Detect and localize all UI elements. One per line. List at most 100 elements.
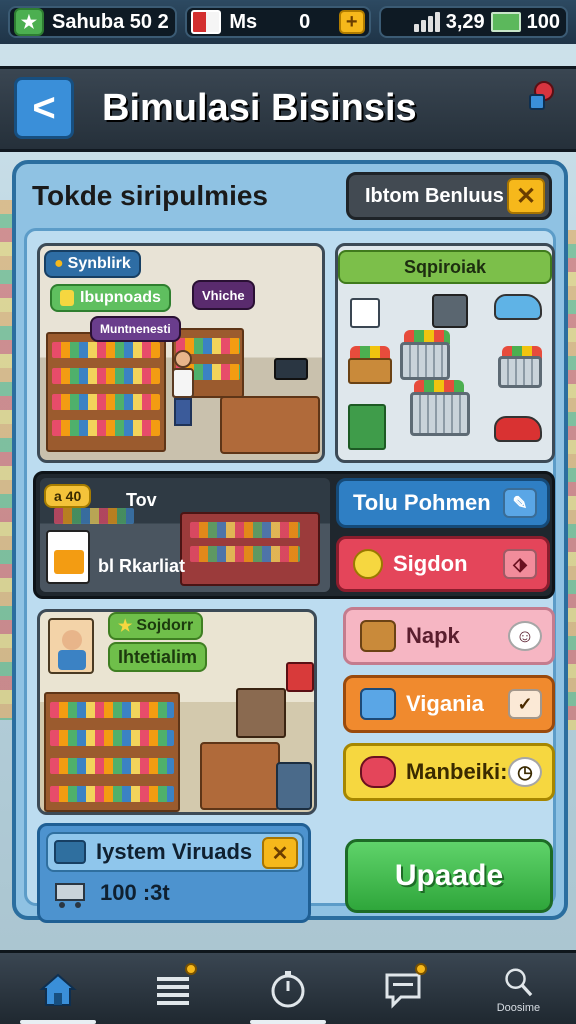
summary-value: 100 :3t [100,880,170,905]
bottom-navigation: Doosime [0,950,576,1024]
basket-icon [348,358,392,384]
search-icon [505,968,533,996]
status-bar: ★ Sahuba 50 2 Ms 0 + 3,29 100 [0,0,576,44]
side-button-label: Vigania [406,691,484,716]
red-car-icon [494,416,542,442]
check-icon: ✓ [508,689,542,719]
nav-indicator [250,1020,326,1024]
game-logo-icon: ★ [14,8,44,36]
add-currency-button[interactable]: + [338,10,365,34]
flag-icon [191,10,222,34]
close-icon[interactable]: ✕ [507,178,545,214]
content-area: ● Synblirk Ibupnoads Vhiche Muntnenesti … [24,228,556,923]
coin-icon: ● [54,255,64,272]
main-panel: Tokde siripulmies Ibtom Benluus ✕ ● Synb… [12,160,568,923]
nav-search[interactable]: Doosime [461,953,576,1024]
basket-icon [360,620,396,652]
store-sign: Vhiche [192,280,255,310]
manager-tag-line2: Ihtetialim [108,642,208,672]
manager-portrait [48,618,94,674]
currency-pill: Ms 0 + [185,6,371,38]
shopping-scene-title: Sqpiroiak [338,250,552,284]
side-button-4[interactable]: Manbeiki: ◷ [343,743,555,801]
side-button-label: Manbeiki: [406,759,508,784]
timer-icon [271,970,305,1007]
nav-home[interactable] [0,953,115,1024]
player-pill[interactable]: ★ Sahuba 50 2 [8,6,178,38]
notification-dot [415,963,428,975]
back-button[interactable]: < [14,77,74,139]
shopping-scene-card[interactable]: Sqpiroiak [335,243,555,463]
shopping-cart-icon [400,342,450,380]
summary-title: Iystem Viruads [96,839,253,864]
cabinet-icon [236,688,286,738]
side-button-0[interactable]: Tolu Pohmen ✎ [336,478,550,528]
currency-value: 0 [299,10,311,33]
product-card-icon [46,530,90,584]
home-icon [38,973,77,1006]
shelf-sign: Muntnenesti [90,316,181,342]
battery-icon [490,12,521,32]
card-icon [54,840,86,864]
store-badge-label: Synblirk [67,255,131,272]
clock-icon: ◷ [508,757,542,787]
side-button-label: Tolu Pohmen [353,490,491,515]
store-scene-card[interactable]: ● Synblirk Ibupnoads Vhiche Muntnenesti [37,243,325,463]
atm-icon [432,294,468,328]
store-tag-label: Ibupnoads [80,289,161,306]
checkout-counter [220,396,320,454]
side-button-1[interactable]: Sigdon ⬗ [336,536,550,592]
nav-chat[interactable] [346,953,461,1024]
tab-label: Ibtom Benluus [365,184,504,207]
side-button-2[interactable]: Napk ☺ [343,607,555,665]
nav-indicator [20,1020,96,1024]
battery-text: 100 [526,10,561,33]
coin-icon [353,549,383,579]
panel-title: Tokde siripulmies [32,180,268,211]
inventory-scene-card[interactable]: ★ Sojdorr Ihtetialim [37,609,317,815]
blue-car-icon [494,294,542,320]
store-row-card: a 40 Tov bl Rkarliat Tolu Pohmen ✎ Sigdo… [33,471,555,599]
shopkeeper [172,350,194,426]
summary-card: Iystem Viruads ✕ 100 :3t [37,823,311,923]
sign-icon [350,298,380,328]
page-title: Bimulasi Bisinsis [102,87,417,129]
signal-text: 3,29 [445,10,485,33]
star-icon: ★ [118,618,133,635]
poster-icon [286,662,314,692]
device-status: 3,29 100 [378,6,569,38]
puzzle-settings-icon[interactable] [524,79,558,113]
level-badge: a 40 [44,484,92,508]
notification-dot [184,963,197,975]
side-button-label: Sigdon [393,551,468,576]
close-icon[interactable]: ✕ [262,837,298,869]
store-badge: ● Synblirk [44,250,141,278]
capsule-icon [360,756,396,788]
shopping-cart-icon [410,392,470,436]
cart-icon [276,762,312,810]
dark-store-scene[interactable]: a 40 Tov bl Rkarliat [40,478,330,592]
manager-tag-text: Sojdorr [136,617,194,634]
face-icon: ☺ [508,621,542,651]
gift-box-icon [348,404,386,450]
tab-button[interactable]: Ibtom Benluus ✕ [346,172,552,220]
scene-heading: Tov [126,490,157,510]
summary-header: Iystem Viruads ✕ [46,832,304,872]
scene-subtitle: bl Rkarliat [98,556,186,576]
manager-tag-line1: ★ Sojdorr [108,612,204,640]
upgrade-button[interactable]: Upaade [345,839,553,913]
pill-icon [360,688,396,720]
edit-icon: ✎ [503,488,537,518]
header-bar: < Bimulasi Bisinsis [0,66,576,152]
store-tag: Ibupnoads [50,284,171,312]
cart-icon [55,883,85,908]
shopping-cart-icon [498,356,542,388]
signal-icon [413,12,440,32]
player-name: Sahuba 50 2 [52,10,169,33]
side-button-3[interactable]: Vigania ✓ [343,675,555,733]
jar-icon [60,290,74,306]
nav-list[interactable] [115,953,230,1024]
nav-search-label: Doosime [496,1001,541,1014]
currency-label: Ms [229,10,258,33]
nav-timer[interactable] [230,953,345,1024]
